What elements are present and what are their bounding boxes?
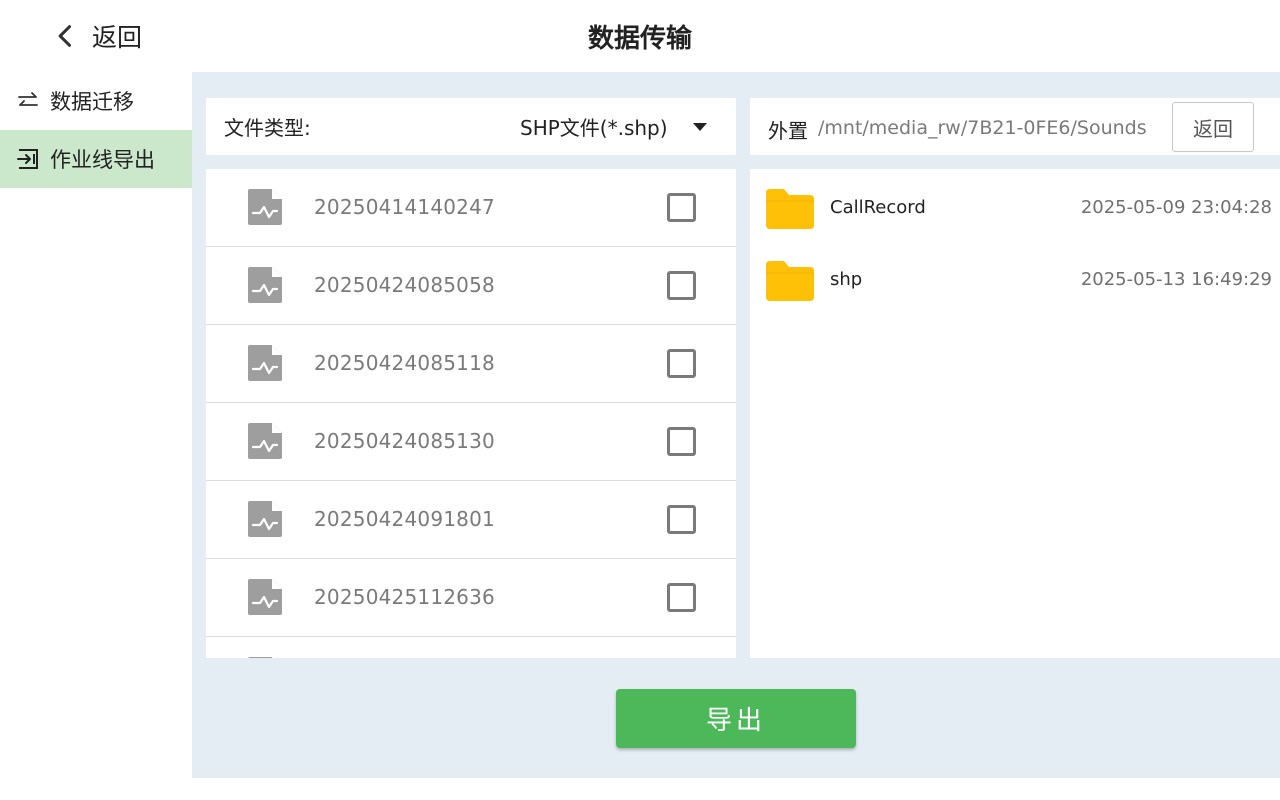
file-row[interactable]: 20250414140247 xyxy=(206,169,736,247)
file-chart-icon xyxy=(248,501,282,537)
path-back-button[interactable]: 返回 xyxy=(1172,102,1254,152)
file-checkbox[interactable] xyxy=(667,427,696,456)
file-checkbox[interactable] xyxy=(667,583,696,612)
main-panel: 文件类型: SHP文件(*.shp) 20250414140247 202504… xyxy=(192,72,1280,778)
file-row-partial[interactable] xyxy=(206,637,736,658)
file-name: 20250414140247 xyxy=(314,195,495,219)
sidebar-item-label: 数据迁移 xyxy=(50,90,134,114)
folder-row[interactable]: CallRecord 2025-05-09 23:04:28 xyxy=(750,169,1280,241)
file-row[interactable]: 20250424085130 xyxy=(206,403,736,481)
file-name: 20250424085130 xyxy=(314,429,495,453)
file-chart-icon xyxy=(248,267,282,303)
export-button[interactable]: 导出 xyxy=(616,689,856,748)
sidebar-item-data-migration[interactable]: 数据迁移 xyxy=(0,72,192,130)
file-type-value: SHP文件(*.shp) xyxy=(520,116,668,140)
folder-name: CallRecord xyxy=(830,197,926,218)
page-title: 数据传输 xyxy=(587,24,692,54)
storage-label: 外置 xyxy=(768,119,808,143)
file-chart-icon xyxy=(248,345,282,381)
folder-row[interactable]: shp 2025-05-13 16:49:29 xyxy=(750,241,1280,313)
folder-list[interactable]: CallRecord 2025-05-09 23:04:28 shp 2025-… xyxy=(750,169,1280,658)
swap-arrows-icon xyxy=(16,89,40,113)
file-chart-icon xyxy=(248,423,282,459)
sidebar-item-label: 作业线导出 xyxy=(50,148,155,172)
file-row[interactable]: 20250424091801 xyxy=(206,481,736,559)
file-list[interactable]: 20250414140247 20250424085058 2025042408… xyxy=(206,169,736,658)
file-name: 20250424091801 xyxy=(314,507,495,531)
file-chart-icon xyxy=(248,657,273,658)
folder-icon xyxy=(766,261,814,301)
file-name: 20250424085058 xyxy=(314,273,495,297)
file-checkbox[interactable] xyxy=(667,349,696,378)
path-bar: 外置 /mnt/media_rw/7B21-0FE6/Sounds 返回 xyxy=(750,98,1280,155)
file-type-label: 文件类型: xyxy=(224,116,311,140)
dropdown-arrow-icon xyxy=(692,122,707,131)
file-row[interactable]: 20250425112636 xyxy=(206,559,736,637)
file-chart-icon xyxy=(248,189,282,225)
file-checkbox[interactable] xyxy=(667,193,696,222)
file-name: 20250424085118 xyxy=(314,351,495,375)
folder-date: 2025-05-09 23:04:28 xyxy=(1080,197,1272,218)
export-icon xyxy=(16,147,40,171)
current-path: /mnt/media_rw/7B21-0FE6/Sounds xyxy=(818,117,1147,139)
file-row[interactable]: 20250424085118 xyxy=(206,325,736,403)
sidebar-item-line-export[interactable]: 作业线导出 xyxy=(0,130,192,188)
folder-icon xyxy=(766,189,814,229)
header-bar: 返回 数据传输 xyxy=(0,0,1280,72)
file-checkbox[interactable] xyxy=(667,505,696,534)
file-name: 20250425112636 xyxy=(314,585,495,609)
file-row[interactable]: 20250424085058 xyxy=(206,247,736,325)
folder-name: shp xyxy=(830,269,863,290)
file-type-bar: 文件类型: SHP文件(*.shp) xyxy=(206,98,736,155)
sidebar: 数据迁移 作业线导出 xyxy=(0,72,192,800)
file-checkbox[interactable] xyxy=(667,271,696,300)
file-type-dropdown[interactable]: SHP文件(*.shp) xyxy=(520,112,710,141)
folder-date: 2025-05-13 16:49:29 xyxy=(1080,269,1272,290)
file-chart-icon xyxy=(248,579,282,615)
